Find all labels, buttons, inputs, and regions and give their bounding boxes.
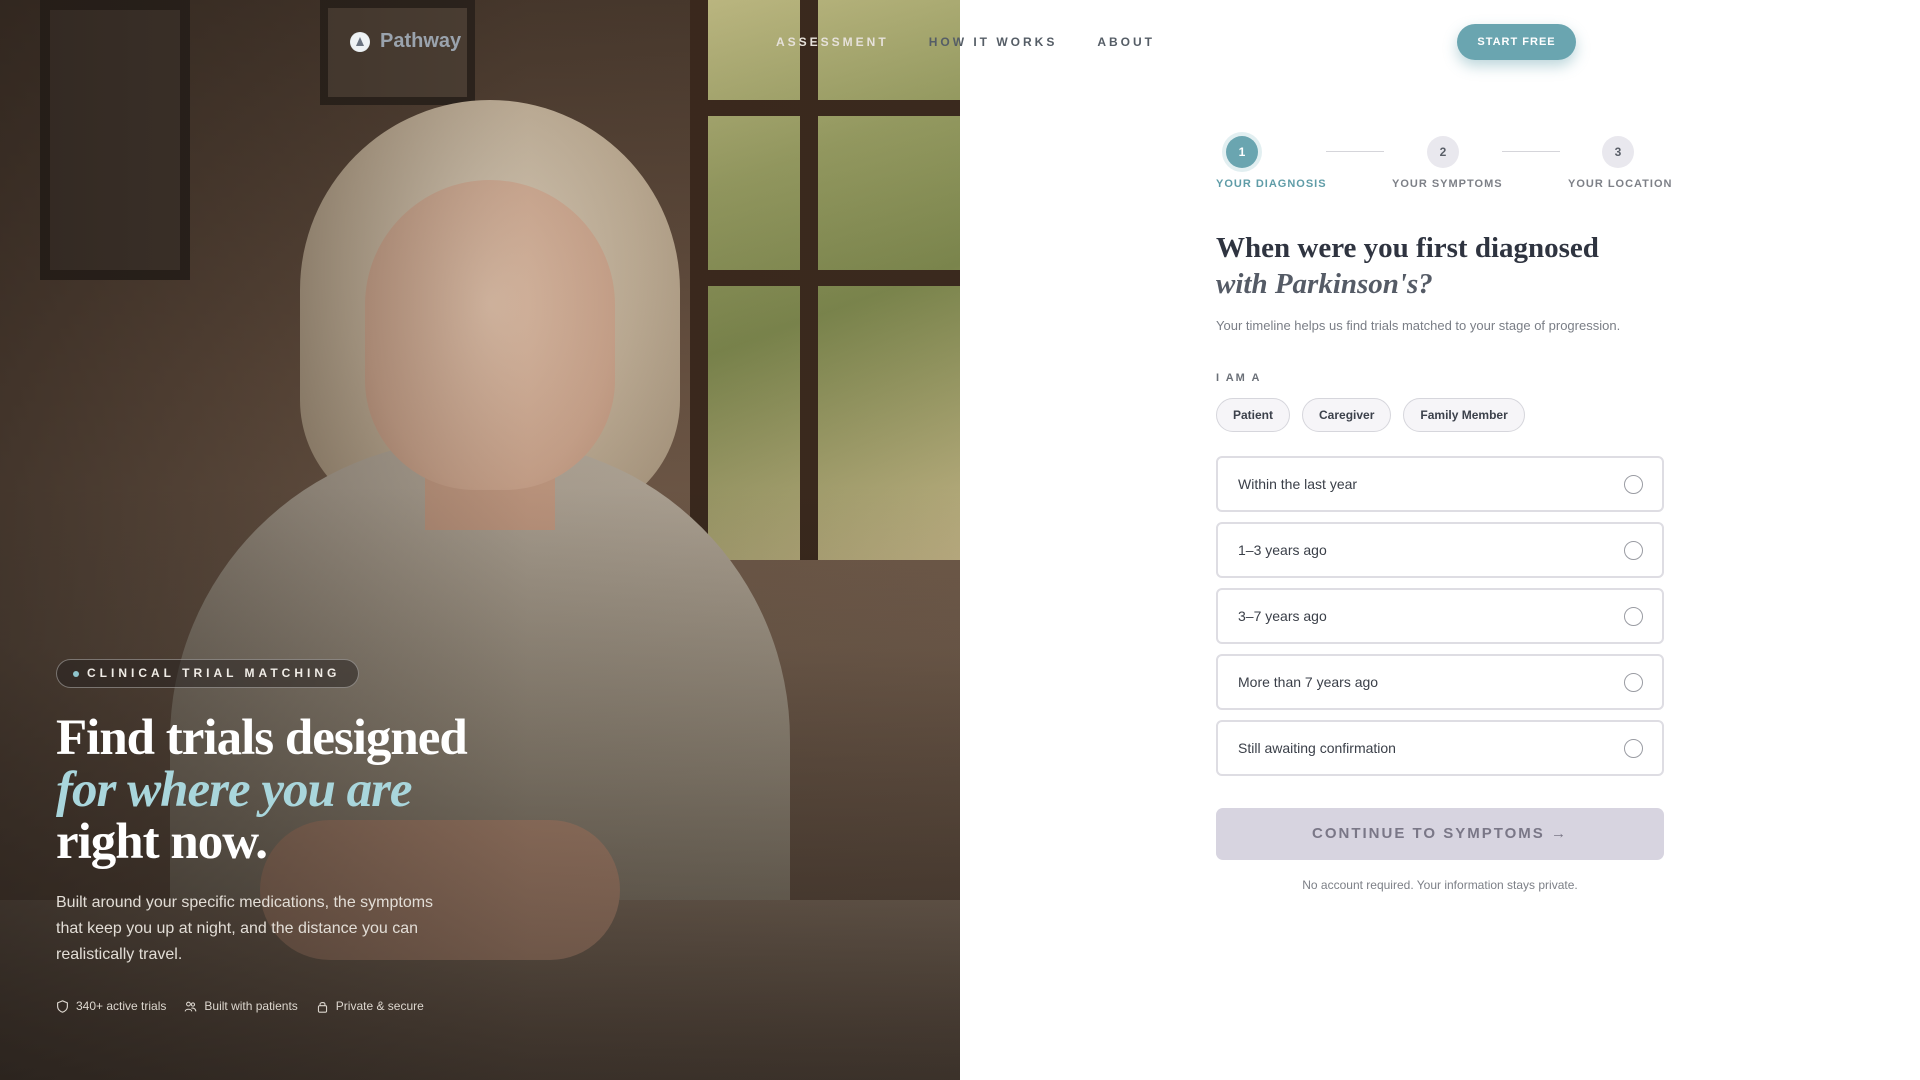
trust-item-secure: Private & secure	[316, 999, 424, 1013]
step-number: 3	[1602, 136, 1634, 168]
hero-title-line3: right now.	[56, 814, 268, 870]
step-connector	[1502, 151, 1560, 152]
hero-title-line2: for where you are	[56, 762, 413, 818]
trust-label: 340+ active trials	[76, 999, 167, 1013]
trust-label: Built with patients	[204, 999, 298, 1013]
brand-icon	[350, 31, 370, 52]
privacy-note: No account required. Your information st…	[1302, 878, 1578, 892]
step-label: YOUR LOCATION	[1568, 178, 1673, 190]
role-label: I AM A	[1216, 372, 1262, 384]
step-number: 1	[1226, 136, 1258, 168]
step-connector	[1326, 151, 1384, 152]
clinical-trial-badge: CLINICAL TRIAL MATCHING	[56, 659, 360, 688]
role-caregiver-chip[interactable]: Caregiver	[1302, 398, 1392, 432]
radio-button[interactable]	[1624, 607, 1643, 626]
role-family-member-chip[interactable]: Family Member	[1403, 398, 1525, 432]
main-nav: ASSESSMENT HOW IT WORKS ABOUT	[776, 35, 1155, 49]
option-within-last-year[interactable]: Within the last year	[1216, 456, 1664, 512]
brand-name: Pathway	[380, 30, 462, 52]
shield-icon	[57, 999, 68, 1013]
step-symptoms: 2 YOUR SYMPTOMS	[1392, 136, 1503, 190]
nav-assessment[interactable]: ASSESSMENT	[776, 35, 889, 49]
diagnosis-options: Within the last year 1–3 years ago 3–7 y…	[1216, 456, 1664, 786]
radio-button[interactable]	[1624, 673, 1643, 692]
option-label: Still awaiting confirmation	[1238, 740, 1396, 756]
nav-how-it-works[interactable]: HOW IT WORKS	[929, 35, 1058, 49]
option-1-3-years[interactable]: 1–3 years ago	[1216, 522, 1664, 578]
radio-button[interactable]	[1624, 541, 1643, 560]
radio-button[interactable]	[1624, 739, 1643, 758]
trust-item-patients: Built with patients	[184, 999, 298, 1013]
role-patient-chip[interactable]: Patient	[1216, 398, 1291, 432]
people-icon	[185, 1001, 197, 1012]
start-free-button[interactable]: START FREE	[1457, 24, 1576, 60]
option-3-7-years[interactable]: 3–7 years ago	[1216, 588, 1664, 644]
continue-button[interactable]: CONTINUE TO SYMPTOMS →	[1216, 808, 1664, 860]
question-line2: with Parkinson's?	[1216, 268, 1433, 300]
hero-title-line1: Find trials designed	[56, 710, 468, 766]
option-label: 1–3 years ago	[1238, 542, 1327, 558]
radio-button[interactable]	[1624, 475, 1643, 494]
trust-label: Private & secure	[335, 999, 424, 1013]
question-line1: When were you first diagnosed	[1216, 232, 1599, 264]
nav-about[interactable]: ABOUT	[1097, 35, 1155, 49]
option-label: More than 7 years ago	[1238, 674, 1379, 690]
question-help-text: Your timeline helps us find trials match…	[1216, 318, 1621, 333]
option-label: 3–7 years ago	[1238, 608, 1327, 624]
step-diagnosis: 1 YOUR DIAGNOSIS	[1216, 136, 1327, 190]
trust-item-trials: 340+ active trials	[56, 999, 166, 1013]
lock-icon	[317, 1001, 327, 1013]
badge-dot	[73, 671, 79, 677]
hero-title: Find trials designed for where you are r…	[56, 712, 476, 868]
question-title: When were you first diagnosed with Parki…	[1216, 230, 1676, 302]
step-number: 2	[1427, 136, 1459, 168]
option-awaiting-confirmation[interactable]: Still awaiting confirmation	[1216, 720, 1664, 776]
step-label: YOUR DIAGNOSIS	[1216, 178, 1327, 190]
trust-indicators: 340+ active trials Built with patients P…	[56, 999, 424, 1013]
role-selector: Patient Caregiver Family Member	[1216, 398, 1525, 432]
badge-label: CLINICAL TRIAL MATCHING	[87, 666, 341, 680]
option-label: Within the last year	[1238, 476, 1358, 492]
hero-subtitle: Built around your specific medications, …	[56, 894, 434, 963]
step-location: 3 YOUR LOCATION	[1568, 136, 1673, 190]
brand-logo[interactable]: Pathway	[350, 30, 461, 53]
progress-stepper: 1 YOUR DIAGNOSIS 2 YOUR SYMPTOMS 3 YOUR …	[1216, 136, 1673, 196]
option-more-than-7-years[interactable]: More than 7 years ago	[1216, 654, 1664, 710]
step-label: YOUR SYMPTOMS	[1392, 178, 1503, 190]
